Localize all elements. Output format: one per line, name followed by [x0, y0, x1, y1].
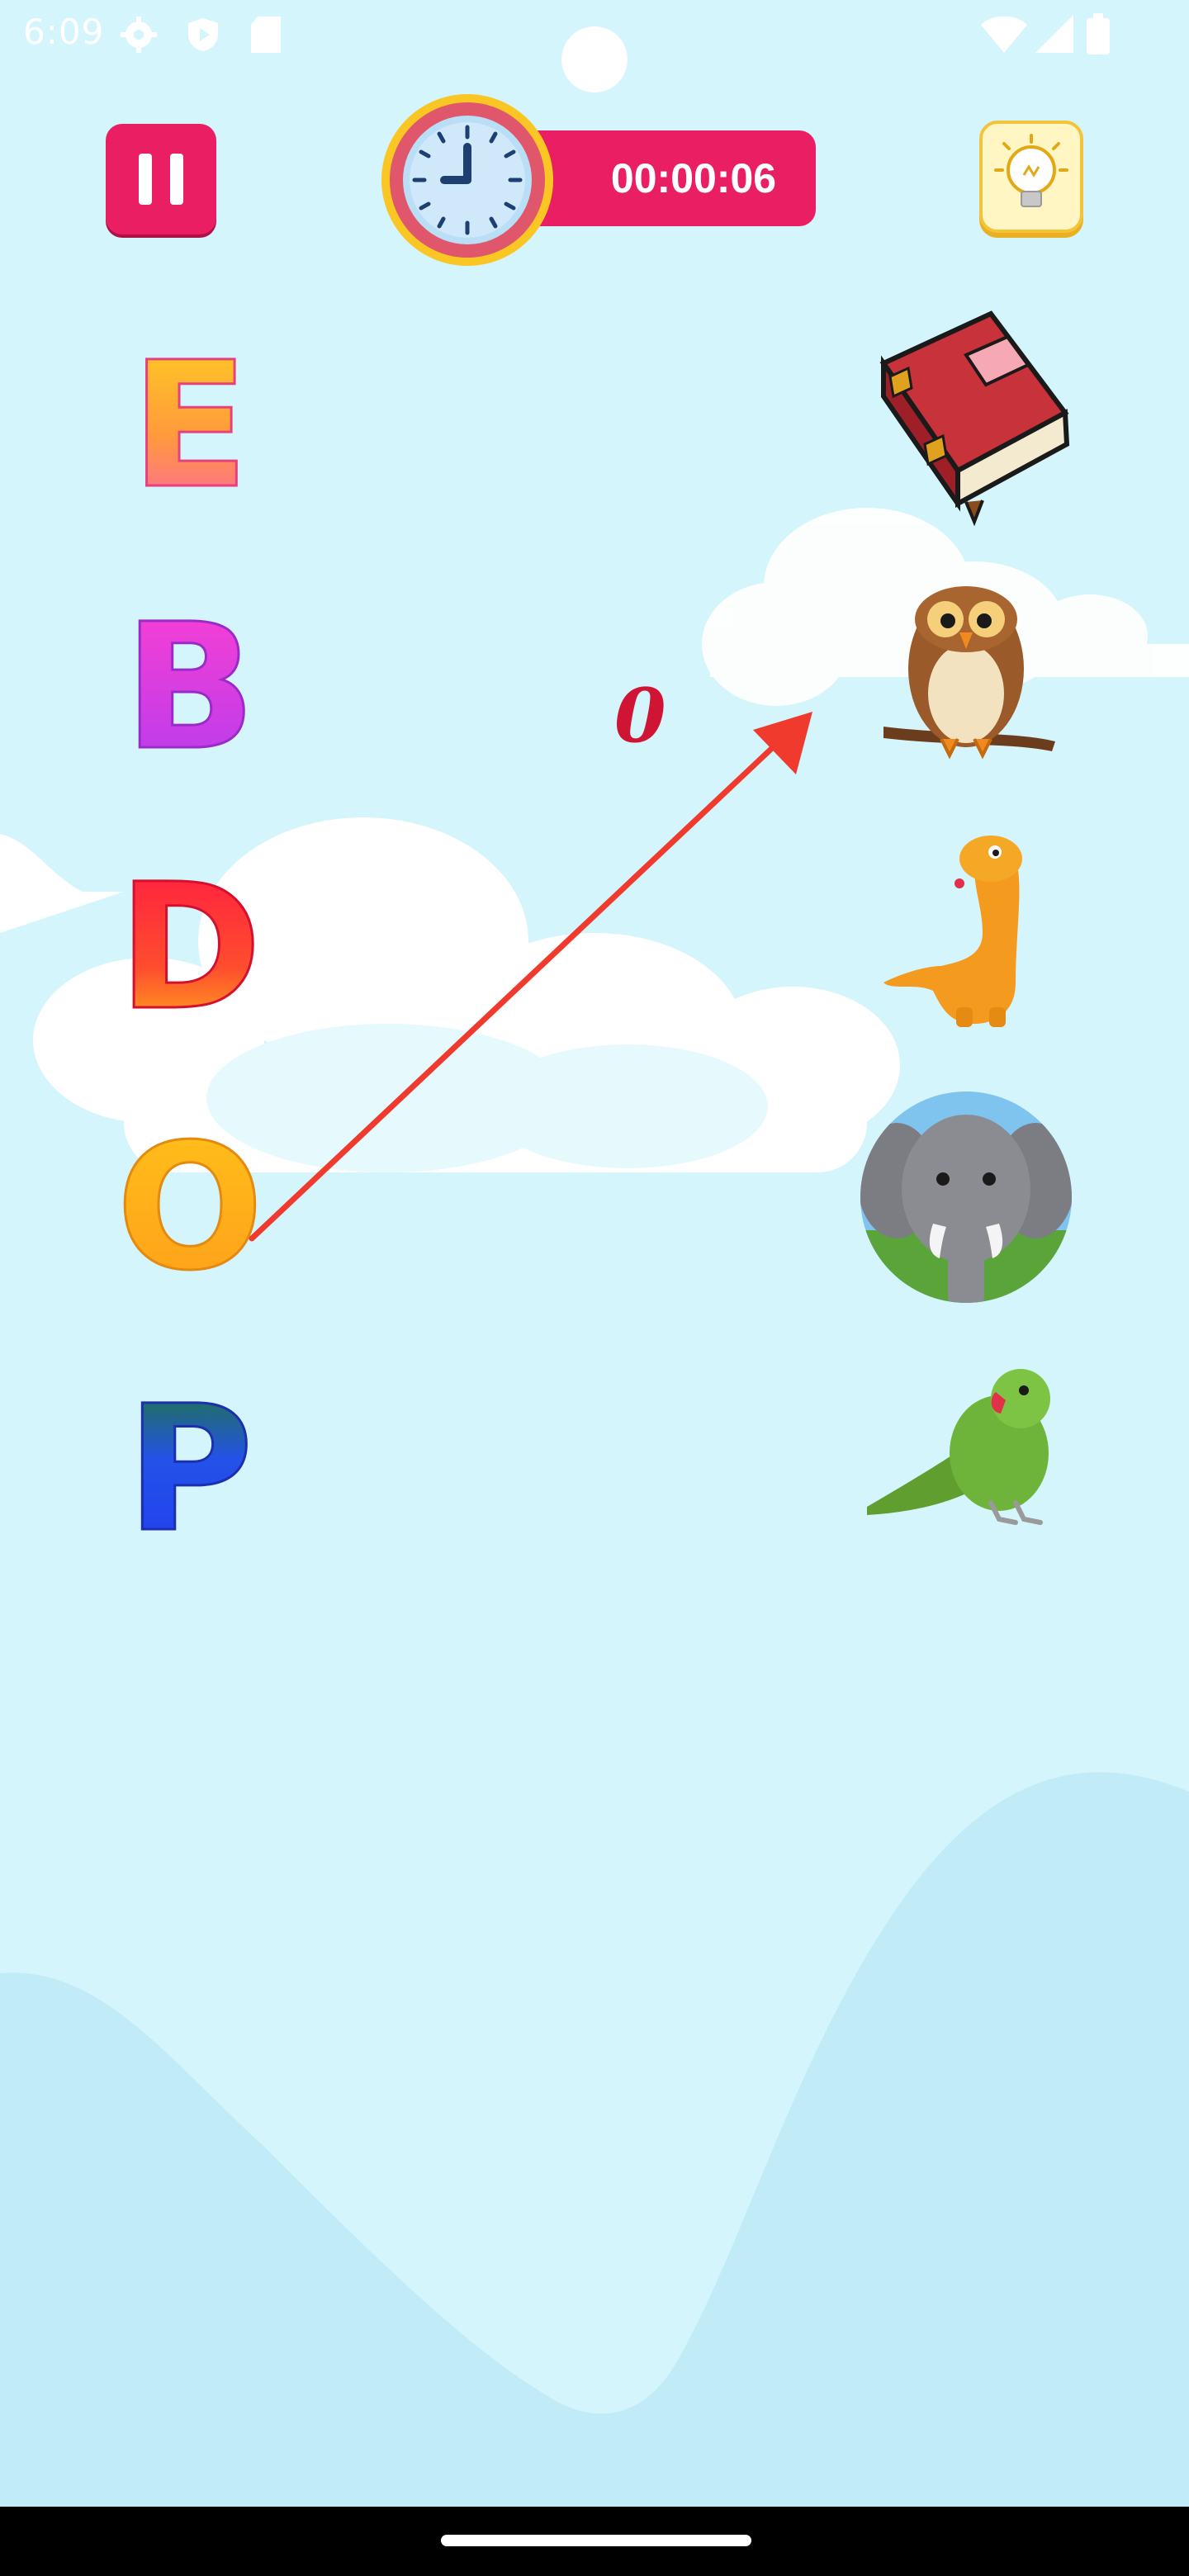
letter-tile-e[interactable]: E	[107, 324, 272, 528]
settings-gear-icon	[121, 17, 157, 53]
parrot-icon	[867, 1369, 1050, 1525]
letter-p-graphic: P	[126, 1367, 255, 1572]
letter-d: D	[118, 846, 262, 1049]
wifi-icon	[981, 17, 1027, 53]
stray-mark: 0	[614, 672, 666, 760]
book-icon	[879, 310, 1070, 527]
letter-p: P	[126, 1368, 253, 1570]
owl-icon	[883, 586, 1055, 760]
timer-value: 00:00:06	[610, 155, 777, 201]
picture-dinosaur[interactable]	[850, 817, 1082, 1049]
letter-b-graphic: B	[122, 585, 257, 790]
pause-icon	[139, 154, 152, 205]
lightbulb-icon	[994, 134, 1068, 207]
picture-book[interactable]	[850, 305, 1082, 537]
camera-cutout	[561, 26, 628, 92]
hint-button[interactable]	[979, 121, 1083, 233]
home-gesture-handle[interactable]	[441, 2535, 751, 2546]
letter-tile-o[interactable]: O	[107, 1106, 272, 1310]
shield-play-icon	[188, 18, 218, 51]
pause-icon-bar	[170, 154, 183, 205]
status-time: 6:09	[23, 12, 105, 52]
picture-parrot[interactable]	[850, 1354, 1082, 1585]
sd-card-icon	[251, 17, 281, 53]
letter-d-graphic: D	[116, 845, 263, 1050]
letter-e: E	[130, 324, 249, 527]
pause-button[interactable]	[106, 124, 216, 234]
letter-e-graphic: E	[130, 324, 250, 528]
letter-o: O	[116, 1106, 264, 1309]
letter-b: B	[124, 586, 256, 788]
letter-o-graphic: O	[115, 1106, 265, 1310]
picture-owl[interactable]	[850, 570, 1082, 801]
picture-elephant[interactable]	[850, 1082, 1082, 1313]
letter-tile-d[interactable]: D	[107, 845, 272, 1050]
signal-icon	[1035, 15, 1073, 53]
letter-tile-p[interactable]: P	[107, 1367, 272, 1572]
dinosaur-icon	[883, 836, 1022, 1027]
elephant-icon	[860, 1091, 1072, 1303]
battery-icon	[1087, 13, 1110, 54]
letter-tile-b[interactable]: B	[107, 585, 272, 790]
clock-icon	[381, 94, 553, 266]
